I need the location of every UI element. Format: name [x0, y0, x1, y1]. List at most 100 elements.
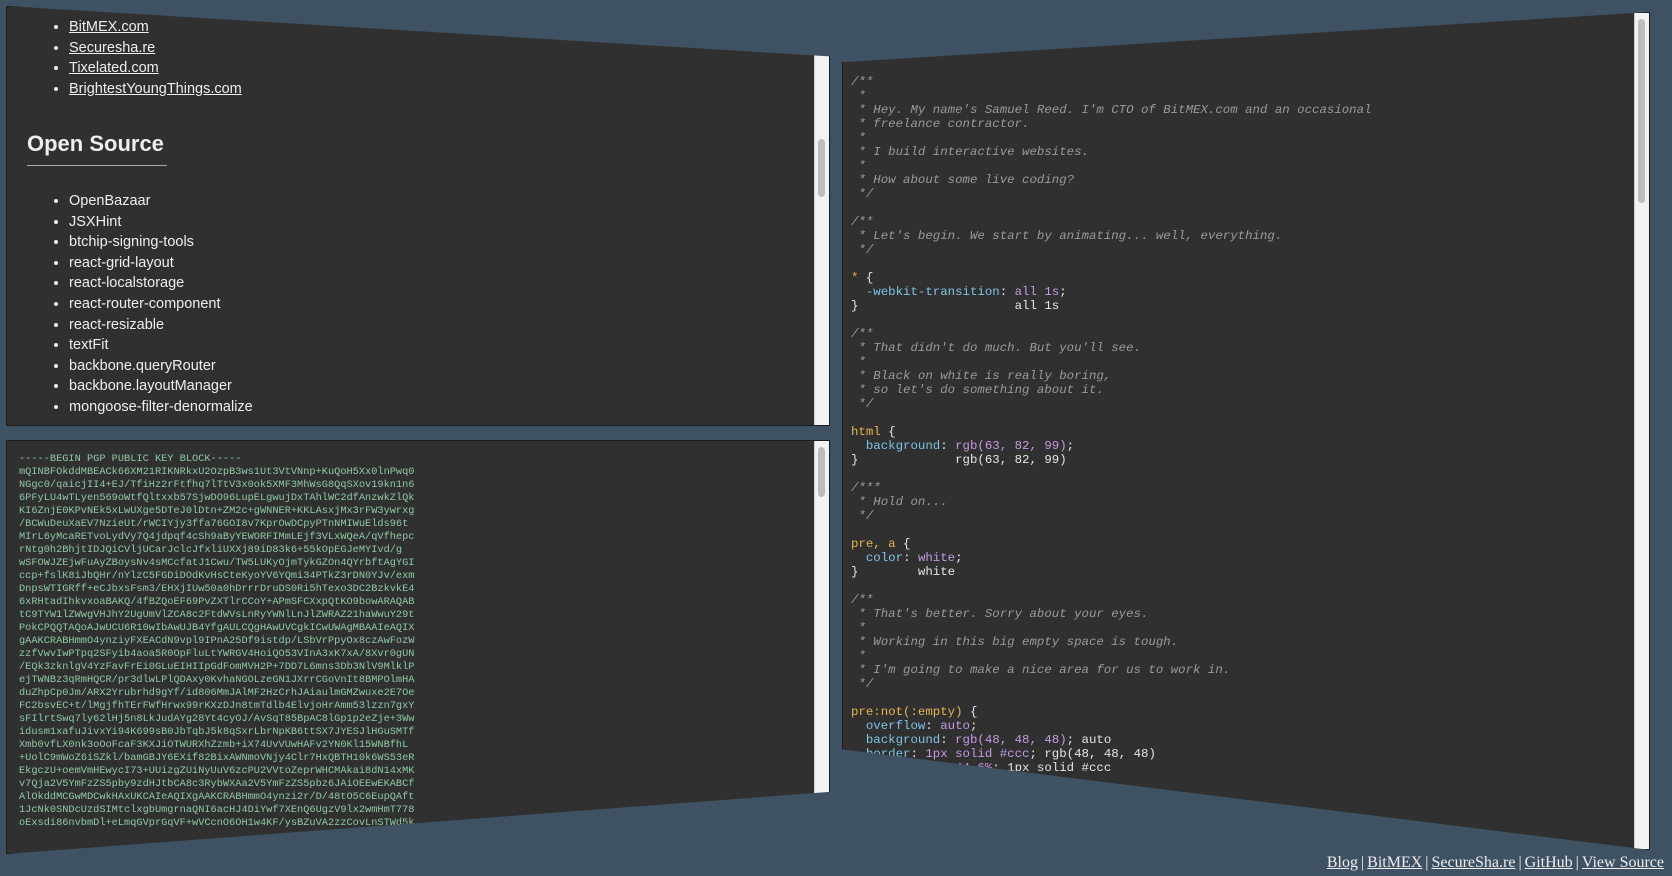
pgp-line: DnpsWTIGRff+eCJbxsFsm3/EHXjIUw50a0hDrrrD… — [19, 583, 415, 595]
css-value-echo: rgb(48, 48, 48) — [1044, 747, 1156, 761]
footer-link-bitmex[interactable]: BitMEX — [1367, 854, 1422, 871]
company-links-list: BitMEX.com Securesha.re Tixelated.com Br… — [7, 17, 242, 99]
pgp-line: FC2bsvEC+t/lMgjfhTErFWfHrwx99rKXzDJn8tmT… — [19, 700, 415, 712]
pgp-line: PokCPQQTAQoAJwUCU6R10wIbAwUJB4YfgAULCQgH… — [19, 622, 415, 634]
pgp-line: EkgczU+oemVmHEwycI73+UUizgZUiNyUuV6zcPU2… — [19, 765, 415, 777]
pgp-line: mQINBFOkddMBEACk66XM21RIKNRkxU2OzpB3ws1U… — [19, 466, 415, 478]
footer-links: Blog | BitMEX | SecureSha.re | GitHub | View Sou… — [1327, 854, 1664, 872]
css-rule-body: overflow: auto; background: rgb(48, 48, … — [851, 719, 1156, 803]
css-property: background — [865, 733, 941, 747]
pgp-key-text: -----BEGIN PGP PUBLIC KEY BLOCK----- mQI… — [19, 453, 414, 830]
css-selector: pre:not(:empty) — [851, 705, 963, 719]
code-comment: /** * Let's begin. We start by animating… — [851, 215, 1283, 257]
company-link-brightest[interactable]: BrightestYoungThings.com — [69, 81, 242, 97]
list-item: btchip-signing-tools — [69, 232, 253, 253]
footer-separator: | — [1360, 854, 1365, 871]
pgp-line: 6PFyLU4wTLyen569oWtfQltxxb57SjwDO96LupEL… — [19, 492, 415, 504]
code-comment: /*** * Hold on... */ — [851, 481, 948, 523]
css-value: 44.6% — [955, 761, 993, 775]
css-property: max-height — [865, 761, 941, 775]
pgp-line: duZhpCp0Jm/ARX2Yrubrhd9gYf/id806MmJAlMF2… — [19, 687, 415, 699]
footer-link-blog[interactable]: Blog — [1327, 854, 1358, 871]
css-value-echo: 49% — [992, 789, 1015, 803]
code-scrollbar[interactable] — [1634, 13, 1649, 849]
bio-scroll-thumb[interactable] — [818, 139, 825, 197]
company-link-tixelated[interactable]: Tixelated.com — [69, 60, 159, 76]
pgp-line: ccp+fslK8iJbQHr/nYlzC5FGDiDOdKvHsCteKyoY… — [19, 570, 415, 582]
pgp-line: NGgc0/qaicjII4+EJ/TfiHz2rFtfhq7lTtV3x0ok… — [19, 479, 415, 491]
css-declaration: overflow: auto; — [865, 719, 978, 733]
footer-link-securesha[interactable]: SecureSha.re — [1432, 854, 1516, 871]
css-declaration: background: rgb(48, 48, 48); auto — [865, 733, 1112, 747]
css-declaration: border: 1px solid #ccc; rgb(48, 48, 48) — [865, 747, 1156, 761]
css-selector: pre, a — [851, 537, 896, 551]
list-item: react-router-component — [69, 294, 253, 315]
code-comment: /** * * Hey. My name's Samuel Reed. I'm … — [851, 75, 1372, 201]
list-item: textFit — [69, 335, 253, 356]
code-listing: /** * * Hey. My name's Samuel Reed. I'm … — [851, 75, 1372, 803]
list-item: react-resizable — [69, 315, 253, 336]
css-value: all 1s — [1014, 285, 1060, 299]
css-value: rgb(48, 48, 48) — [955, 733, 1067, 747]
pgp-scroll-thumb[interactable] — [818, 447, 825, 497]
pgp-key-pane[interactable]: -----BEGIN PGP PUBLIC KEY BLOCK----- mQI… — [6, 440, 830, 854]
pgp-line: 1JcNk0SNDcUzdSIMtclxgbUmgrnaQNI6acHJ4DiY… — [19, 804, 415, 816]
css-declaration: font-size: 14px; 49% — [865, 789, 1015, 803]
company-link-securesha[interactable]: Securesha.re — [69, 40, 155, 56]
list-item: BitMEX.com — [69, 17, 242, 38]
code-scroll-thumb[interactable] — [1638, 19, 1645, 203]
code-pane[interactable]: /** * * Hey. My name's Samuel Reed. I'm … — [842, 12, 1650, 850]
css-property: overflow — [865, 719, 926, 733]
footer-link-github[interactable]: GitHub — [1525, 854, 1573, 871]
bio-content: BitMEX.com Securesha.re Tixelated.com Br… — [7, 7, 815, 425]
pgp-line: wSFOWJZEjwFuAyZBoysNv4sMCcfatJ1Cwu/TW5LU… — [19, 557, 415, 569]
pgp-line: AlOkddMCGwMDCwkHAxUKCAIeAQIXgAAKCRABHmmO… — [19, 791, 415, 803]
pgp-line: oExsdi86nvbmDl+eLmqGVprGqVF+wVCcnO6OH1w4… — [19, 817, 415, 829]
css-value: white — [917, 551, 956, 565]
css-declaration: width: 49%; 44.6% — [865, 775, 993, 789]
pgp-line: zzfVwvIwPTpq2SFyib4aoa5R0OpFluLtYWRGV4Ho… — [19, 648, 415, 660]
bio-scrollbar[interactable] — [814, 7, 829, 425]
footer-link-view-source[interactable]: View Source — [1582, 854, 1664, 871]
list-item: Securesha.re — [69, 38, 242, 59]
css-value: auto — [940, 719, 970, 733]
css-value-echo: all 1s — [1014, 299, 1060, 313]
css-declaration: max-height: 44.6%; 1px solid #ccc — [865, 761, 1112, 775]
pgp-line: -----BEGIN PGP PUBLIC KEY BLOCK----- — [19, 453, 242, 465]
pgp-line: gAAKCRABHmmO4ynziyFXEACdN9vpl9IPnA25Df9i… — [19, 635, 415, 647]
pgp-line: 6xRHtadIhkvxoaBAKQ/4fBZQoEF69PvZXTlrCCoY… — [19, 596, 415, 608]
css-value: 1px solid #ccc — [925, 747, 1030, 761]
list-item: backbone.layoutManager — [69, 376, 253, 397]
company-link-bitmex[interactable]: BitMEX.com — [69, 19, 149, 35]
code-comment: /** * That's better. Sorry about your ey… — [851, 593, 1231, 691]
pgp-line: +UolC9mWoZ6iSZkl/bamGBJY6EXif82BixAWNmoV… — [19, 752, 415, 764]
css-property: font-size — [865, 789, 933, 803]
pgp-line: MIrL6yMcaRETvoLydVy7Q4jdpqf4cSh9aByYEWOR… — [19, 531, 415, 543]
pgp-line: ejTWNBz3qRmHQCR/pr3dlwLPlQDAxy0KvhaNGOLz… — [19, 674, 415, 686]
css-value-echo: rgb(63, 82, 99) — [955, 453, 1067, 467]
list-item: react-localstorage — [69, 273, 253, 294]
css-property: width — [865, 775, 904, 789]
pgp-line: v7Qja2V5YmFzZS5pby9zdHJtbCA8c3RybWXAa2V5… — [19, 778, 415, 790]
code-comment: /** * That didn't do much. But you'll se… — [851, 327, 1141, 411]
css-property: background — [865, 439, 941, 453]
list-item: BrightestYoungThings.com — [69, 79, 242, 100]
pgp-line: /BCWuDeuXaEV7NzieUt/rWCIYjy3ffa76GOI8v7K… — [19, 518, 409, 530]
pgp-line: tC9TYW1lZWwgVHJhY2UgUmVlZCA8c2FtdWVsLnRy… — [19, 609, 415, 621]
css-value: 49% — [917, 775, 941, 789]
pgp-line: Xmb0vfLX0nk3oOoFcaF3KXJiOTWURXhZzmb+iX74… — [19, 739, 409, 751]
list-item: JSXHint — [69, 212, 253, 233]
css-value-echo: 1px solid #ccc — [1007, 761, 1112, 775]
css-value-echo: auto — [1081, 733, 1112, 747]
css-selector: * — [851, 271, 859, 285]
footer-separator: | — [1575, 854, 1579, 871]
pgp-scrollbar[interactable] — [814, 441, 829, 853]
bio-pane[interactable]: BitMEX.com Securesha.re Tixelated.com Br… — [6, 6, 830, 426]
pgp-line: /EQk3zknlgV4YzFavFrEi0GLuEIHIIpGdFomMVH2… — [19, 661, 415, 673]
pgp-line: sFIlrtSwq7ly62lHj5n8LkJudAYg28Yt4cyOJ/Av… — [19, 713, 415, 725]
css-value-echo: 44.6% — [955, 775, 993, 789]
list-item: react-grid-layout — [69, 253, 253, 274]
open-source-list: OpenBazaar JSXHint btchip-signing-tools … — [7, 191, 253, 418]
pgp-line: idusm1xafuJivxYi94K699sB0JbTqbJ5k8qSxrLb… — [19, 726, 415, 738]
css-value: 14px — [947, 789, 978, 803]
